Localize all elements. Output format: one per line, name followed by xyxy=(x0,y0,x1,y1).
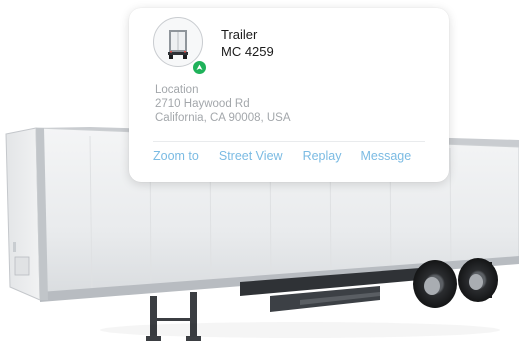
location-street: 2710 Haywood Rd xyxy=(155,98,250,110)
vehicle-avatar[interactable] xyxy=(153,17,208,76)
location-label: Location xyxy=(155,84,199,96)
vehicle-name: Trailer xyxy=(221,27,258,42)
online-status-icon xyxy=(191,59,208,76)
location-city: California, CA 90008, USA xyxy=(155,112,291,124)
zoom-to-button[interactable]: Zoom to xyxy=(153,149,199,163)
street-view-button[interactable]: Street View xyxy=(219,149,283,163)
replay-button[interactable]: Replay xyxy=(303,149,342,163)
message-button[interactable]: Message xyxy=(360,149,411,163)
vehicle-info-card: Trailer MC 4259 Location 2710 Haywood Rd… xyxy=(129,8,449,182)
location-block: Location 2710 Haywood Rd California, CA … xyxy=(155,83,291,125)
vehicle-plate: MC 4259 xyxy=(221,44,274,59)
card-divider xyxy=(153,141,425,142)
card-actions: Zoom to Street View Replay Message xyxy=(153,149,411,163)
